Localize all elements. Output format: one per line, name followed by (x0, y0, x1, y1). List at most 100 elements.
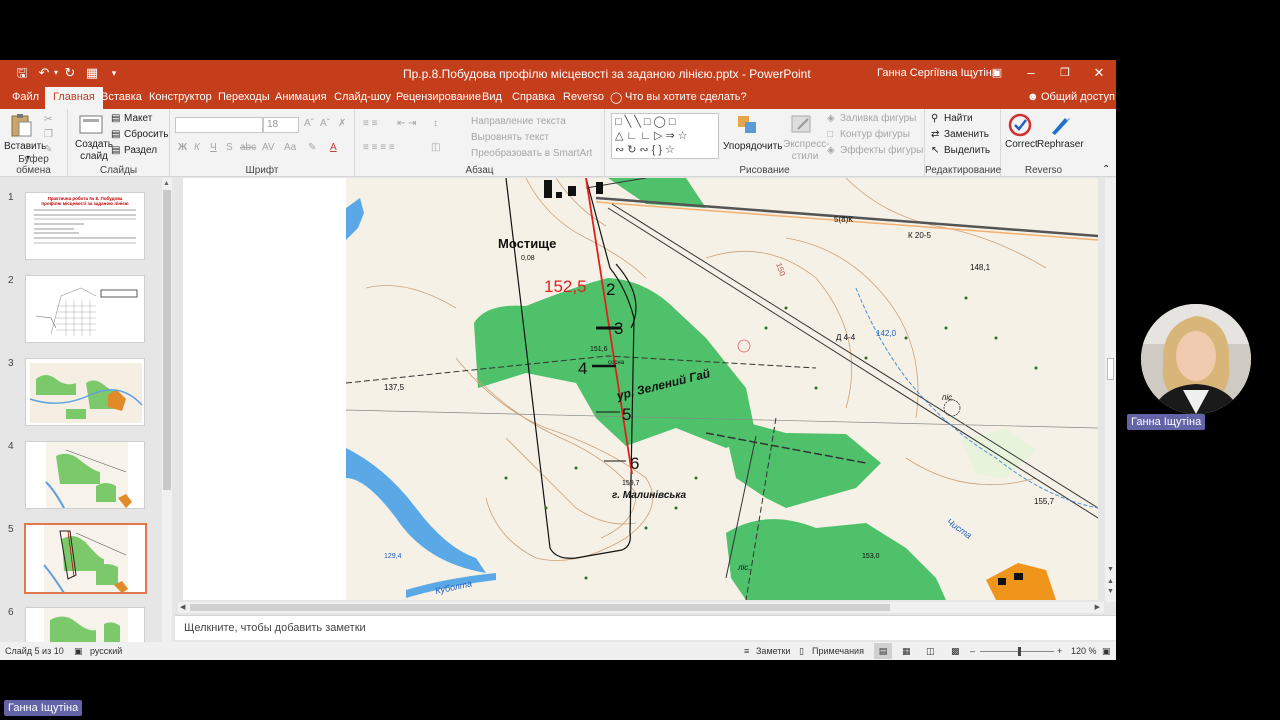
grow-font-icon[interactable]: Aˆ (304, 118, 314, 129)
tab-review[interactable]: Рецензирование (396, 91, 481, 103)
text-direction-button[interactable]: Направление текста (471, 116, 566, 127)
highlight-icon[interactable]: ✎ (308, 142, 316, 153)
tab-reverso[interactable]: Reverso (563, 91, 604, 103)
rephraser-button[interactable]: Rephraser (1037, 139, 1084, 150)
font-size-input[interactable]: 18 (263, 117, 299, 133)
slide-thumbnail-3[interactable] (25, 358, 145, 426)
change-case-icon[interactable]: Aa (284, 142, 296, 153)
select-button[interactable]: Выделить (944, 145, 990, 156)
slide-sorter-icon[interactable]: ▦ (902, 646, 911, 657)
underline-button[interactable]: Ч (210, 142, 217, 153)
line-spacing-icon[interactable]: ↕ (433, 118, 438, 129)
shape-outline-button[interactable]: Контур фигуры (840, 129, 910, 140)
customize-quick-access-icon[interactable]: ▾ (106, 65, 122, 81)
slide-scroll-thumb[interactable] (1107, 358, 1114, 380)
quick-styles-button[interactable]: Экспресс-стили (783, 139, 830, 163)
slide-thumbnail-5[interactable] (24, 523, 147, 594)
shape-effects-button[interactable]: Эффекты фигуры (840, 145, 923, 156)
find-button[interactable]: Найти (944, 113, 973, 124)
font-color-icon[interactable]: A (330, 142, 337, 153)
spellcheck-icon[interactable]: ▣ (74, 646, 83, 657)
tab-home[interactable]: Главная (45, 87, 103, 109)
slide-thumbnail-1[interactable]: Практична робота № 8. Побудова профілю м… (25, 192, 145, 260)
comments-button[interactable]: Примечания (812, 646, 864, 656)
scroll-left-icon[interactable]: ◀ (180, 603, 185, 611)
strikethrough-button[interactable]: abc (240, 142, 256, 153)
scroll-up-icon[interactable]: ▲ (163, 180, 170, 187)
arrange-icon[interactable] (735, 113, 761, 137)
slide-thumbnail-2[interactable] (25, 275, 145, 343)
start-slideshow-icon[interactable]: ▦ (84, 65, 100, 81)
redo-icon[interactable]: ↻ (62, 65, 78, 81)
cut-icon[interactable]: ✂ (44, 114, 52, 125)
tab-help[interactable]: Справка (512, 91, 555, 103)
scroll-right-icon[interactable]: ▶ (1095, 603, 1100, 611)
slide-thumbnail-6[interactable] (25, 607, 145, 643)
account-name[interactable]: Ганна Сергіївна Іщутіна (877, 67, 998, 79)
slide-vertical-scrollbar[interactable]: ▼ ▲ ▼ (1105, 178, 1116, 602)
topographic-map[interactable]: Мостище 0,08 152,5 2 3 4 5 6 ур. Зелений… (346, 178, 1098, 600)
next-slide-icon[interactable]: ▼ (1107, 588, 1114, 595)
layout-button[interactable]: Макет (124, 113, 152, 124)
new-slide-icon[interactable] (78, 113, 104, 137)
zoom-in-icon[interactable]: + (1057, 646, 1062, 656)
tab-design[interactable]: Конструктор (149, 91, 212, 103)
save-icon[interactable]: 🖫 (14, 65, 30, 81)
shape-fill-button[interactable]: Заливка фигуры (840, 113, 916, 124)
restore-icon[interactable]: ❐ (1054, 63, 1076, 83)
scroll-down-icon[interactable]: ▼ (1107, 566, 1114, 573)
normal-view-icon[interactable]: ▤ (874, 643, 892, 659)
section-button[interactable]: Раздел (124, 145, 157, 156)
zoom-out-icon[interactable]: – (970, 646, 975, 656)
quick-styles-icon[interactable] (789, 113, 815, 137)
arrange-button[interactable]: Упорядочить (723, 141, 783, 152)
language-indicator[interactable]: русский (90, 646, 122, 656)
clear-formatting-icon[interactable]: ✗ (338, 118, 346, 129)
collapse-ribbon-icon[interactable]: ⌃ (1102, 164, 1110, 175)
align-left-icon[interactable]: ≡ ≡ ≡ ≡ (363, 142, 395, 153)
ribbon-display-options-icon[interactable]: ▣ (986, 63, 1008, 83)
reading-view-icon[interactable]: ◫ (926, 646, 935, 657)
italic-button[interactable]: К (194, 142, 200, 153)
shrink-font-icon[interactable]: Aˇ (320, 118, 330, 129)
smartart-button[interactable]: Преобразовать в SmartArt (471, 148, 592, 159)
slide-thumbnail-4[interactable] (25, 441, 145, 509)
rephraser-icon[interactable] (1047, 113, 1073, 137)
horizontal-scrollbar[interactable]: ◀ ▶ (178, 602, 1104, 613)
tab-animations[interactable]: Анимация (275, 91, 327, 103)
paste-button[interactable]: Вставить (4, 141, 46, 152)
share-button[interactable]: Общий доступ (1041, 91, 1115, 103)
copy-icon[interactable]: ❐ (44, 129, 53, 140)
tab-insert[interactable]: Вставка (101, 91, 142, 103)
bold-button[interactable]: Ж (178, 142, 187, 153)
font-name-input[interactable] (175, 117, 263, 133)
tab-transitions[interactable]: Переходы (218, 91, 270, 103)
notes-pane[interactable]: Щелкните, чтобы добавить заметки (175, 615, 1116, 640)
columns-icon[interactable]: ◫ (431, 142, 440, 153)
scroll-thumb[interactable] (163, 190, 171, 490)
tab-file[interactable]: Файл (12, 91, 39, 103)
thumbnail-scrollbar[interactable]: ▲ (162, 178, 172, 643)
correct-icon[interactable] (1007, 113, 1033, 137)
zoom-slider-track[interactable] (980, 651, 1054, 652)
zoom-slider-thumb[interactable] (1018, 647, 1021, 656)
horizontal-scroll-thumb[interactable] (190, 604, 890, 611)
tab-slideshow[interactable]: Слайд-шоу (334, 91, 391, 103)
shapes-gallery[interactable]: □╲╲□◯□ △∟∟▷⇒☆ ∾↻∾{}☆ (611, 113, 719, 159)
slide-canvas[interactable]: Мостище 0,08 152,5 2 3 4 5 6 ур. Зелений… (183, 178, 1098, 600)
close-icon[interactable]: ✕ (1088, 63, 1110, 83)
indent-icons[interactable]: ⇤ ⇥ (397, 118, 417, 129)
notes-button[interactable]: Заметки (756, 646, 790, 656)
zoom-level[interactable]: 120 % (1071, 646, 1097, 656)
tell-me-search[interactable]: Что вы хотите сделать? (625, 91, 747, 103)
previous-slide-icon[interactable]: ▲ (1107, 578, 1114, 585)
replace-button[interactable]: Заменить (944, 129, 989, 140)
paste-icon[interactable] (8, 113, 34, 137)
shadow-button[interactable]: S (226, 142, 233, 153)
fit-to-window-icon[interactable]: ▣ (1102, 646, 1111, 657)
tab-view[interactable]: Вид (482, 91, 502, 103)
slideshow-view-icon[interactable]: ▩ (951, 646, 960, 657)
bullets-icon[interactable]: ≡ ≡ (363, 118, 377, 129)
char-spacing-icon[interactable]: AV (262, 142, 275, 153)
reset-button[interactable]: Сбросить (124, 129, 168, 140)
